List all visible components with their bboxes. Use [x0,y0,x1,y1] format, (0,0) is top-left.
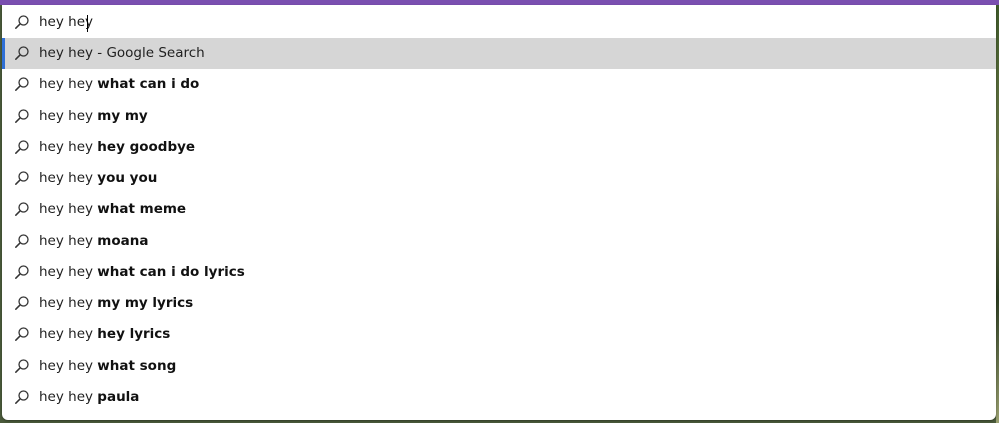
suggestion-completion: paula [97,388,140,405]
suggestion-completion: what can i do [97,76,200,93]
suggestion-prefix: hey hey [39,388,93,405]
suggestion-completion: - Google Search [93,45,205,61]
suggestion-item[interactable]: hey hey hey lyrics [2,319,996,350]
suggestion-item[interactable]: hey hey what can i do [2,69,996,100]
suggestion-item[interactable]: hey hey you you [2,163,996,194]
suggestion-text: hey hey moana [39,233,148,249]
suggestion-completion: hey lyrics [97,326,171,343]
suggestion-item[interactable]: hey hey what song [2,351,996,382]
suggestion-text: hey hey you you [39,170,157,186]
search-icon [14,295,30,311]
suggestion-completion: you you [97,170,158,186]
search-icon [14,170,30,186]
suggestion-text: hey hey what can i do lyrics [39,264,245,280]
suggestion-prefix: hey hey [39,232,93,249]
address-bar[interactable] [2,5,996,38]
search-icon [14,264,30,280]
suggestion-item[interactable]: hey hey my my [2,101,996,132]
text-caret [87,15,88,32]
search-icon [14,358,30,374]
suggestion-text: hey hey what can i do [39,76,199,92]
suggestion-text: hey hey hey lyrics [39,326,170,342]
suggestion-prefix: hey hey [39,170,93,186]
suggestion-google-search[interactable]: hey hey - Google Search [2,38,996,70]
search-icon [14,233,30,249]
suggestion-text: hey hey what meme [39,201,186,217]
suggestion-prefix: hey hey [39,201,93,218]
suggestion-text: hey hey - Google Search [39,45,205,61]
search-icon [14,139,30,155]
suggestion-prefix: hey hey [39,138,93,155]
search-icon [14,326,30,342]
suggestion-text: hey hey what song [39,358,176,374]
search-icon [14,14,30,30]
search-icon [14,45,30,61]
search-icon [14,76,30,92]
search-icon [14,108,30,124]
suggestion-completion: hey goodbye [97,138,196,155]
suggestion-text: hey hey my my [39,108,148,124]
suggestion-item[interactable]: hey hey hey goodbye [2,132,996,163]
suggestion-prefix: hey hey [39,326,93,343]
suggestion-prefix: hey hey [39,357,93,374]
suggestion-completion: my my [97,107,148,124]
search-icon [14,201,30,217]
suggestion-prefix: hey hey [39,45,93,61]
address-input[interactable] [39,9,979,35]
suggestion-list: hey hey - Google Search hey hey what can … [2,38,996,413]
suggestion-text: hey hey my my lyrics [39,295,193,311]
suggestion-prefix: hey hey [39,107,93,124]
suggestion-item[interactable]: hey hey my my lyrics [2,288,996,319]
suggestion-text: hey hey paula [39,389,139,405]
suggestion-text: hey hey hey goodbye [39,139,195,155]
suggestion-prefix: hey hey [39,76,93,93]
suggestion-completion: what meme [97,201,187,218]
address-bar-dropdown: hey hey - Google Searchhey hey what can … [2,5,996,420]
suggestion-completion: what song [97,357,177,374]
suggestion-prefix: hey hey [39,263,93,280]
suggestion-item[interactable]: hey hey what meme [2,194,996,225]
suggestion-completion: moana [97,232,149,249]
suggestion-item[interactable]: hey hey moana [2,226,996,257]
suggestion-item[interactable]: hey hey paula [2,382,996,413]
suggestion-completion: my my lyrics [97,295,194,311]
suggestion-item[interactable]: hey hey what can i do lyrics [2,257,996,288]
search-icon [14,389,30,405]
suggestion-prefix: hey hey [39,295,93,311]
suggestion-completion: what can i do lyrics [97,263,245,280]
